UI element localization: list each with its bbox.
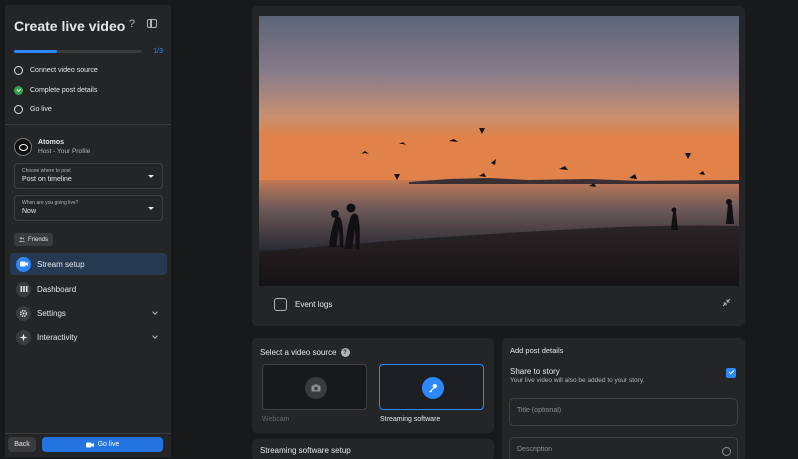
sidebar-header: Create live video ? [14, 18, 163, 40]
sparkle-icon [16, 329, 31, 345]
event-logs-label: Event logs [295, 300, 333, 309]
nav-settings[interactable]: Settings [10, 302, 167, 324]
step-pending-icon [14, 104, 23, 114]
event-logs-icon [274, 298, 287, 311]
streaming-software-setup-title: Streaming software setup [260, 446, 351, 455]
step-connect-video-source: Connect video source [14, 63, 98, 77]
sunset-preview-image [259, 16, 739, 286]
friends-icon [19, 237, 25, 242]
streaming-software-label: Streaming software [380, 416, 441, 423]
select-label: Choose where to post [22, 168, 71, 174]
emoji-icon[interactable] [722, 447, 731, 456]
host-profile: Atomos Host - Your Profile [14, 135, 90, 159]
audience-label: Friends [28, 236, 49, 243]
nav-label: Stream setup [37, 259, 85, 269]
video-preview [259, 16, 739, 286]
share-story-checkbox[interactable] [726, 368, 736, 378]
select-value: Now [22, 208, 37, 215]
divider [5, 433, 171, 434]
step-label: Go live [30, 105, 52, 113]
step-complete-post-details: Complete post details [14, 83, 97, 97]
nav-interactivity[interactable]: Interactivity [10, 326, 167, 348]
gear-icon [16, 305, 31, 321]
step-label: Complete post details [30, 86, 98, 94]
progress-fill [14, 50, 57, 53]
webcam-label: Webcam [262, 416, 290, 423]
event-logs-button[interactable]: Event logs [274, 298, 332, 311]
progress-bar [14, 50, 142, 53]
step-label: Connect video source [30, 66, 98, 74]
info-icon[interactable]: ? [340, 348, 350, 357]
description-input[interactable] [517, 446, 717, 453]
profile-name: Atomos [38, 139, 65, 146]
schedule-select[interactable]: When are you going live? Now [14, 195, 163, 221]
key-icon [422, 377, 444, 399]
description-field[interactable] [509, 437, 738, 459]
divider [5, 124, 171, 125]
page-title: Create live video [14, 18, 126, 34]
sidebar: Create live video ? 1/3 Connect video so… [5, 5, 171, 457]
step-done-icon [14, 85, 23, 95]
collapse-panel-icon[interactable] [147, 19, 157, 28]
go-live-button[interactable]: Go live [42, 437, 163, 452]
chevron-down-icon [152, 333, 158, 339]
step-pending-icon [14, 65, 23, 75]
progress-text: 1/3 [153, 48, 163, 55]
collapse-arrows-icon[interactable] [722, 298, 731, 309]
dashboard-icon [16, 281, 31, 297]
go-live-label: Go live [97, 441, 120, 448]
live-producer-page: Create live video ? 1/3 Connect video so… [0, 0, 798, 459]
help-icon[interactable]: ? [129, 18, 135, 30]
nav-label: Settings [37, 308, 66, 318]
chevron-down-icon [152, 309, 158, 315]
title-field[interactable] [509, 398, 738, 426]
share-story-title: Share to story [510, 367, 560, 376]
nav-label: Interactivity [37, 332, 78, 342]
camera-icon [85, 442, 94, 447]
video-source-heading: Select a video source ? [260, 348, 350, 357]
select-label: When are you going live? [22, 200, 79, 206]
caret-down-icon [148, 175, 154, 178]
audience-button[interactable]: Friends [14, 233, 54, 246]
caret-down-icon [148, 207, 154, 210]
step-go-live: Go live [14, 102, 52, 116]
camera-icon [305, 377, 327, 399]
nav-dashboard[interactable]: Dashboard [10, 278, 167, 300]
post-details-title: Add post details [510, 346, 564, 355]
camera-icon [16, 256, 31, 272]
video-source-title: Select a video source [260, 348, 337, 357]
avatar [14, 138, 32, 156]
select-value: Post on timeline [22, 176, 72, 183]
nav-stream-setup[interactable]: Stream setup [10, 253, 167, 275]
share-story-description: Your live video will also be added to yo… [510, 377, 645, 384]
post-location-select[interactable]: Choose where to post Post on timeline [14, 163, 163, 189]
back-button[interactable]: Back [8, 437, 36, 452]
profile-role: Host - Your Profile [38, 148, 91, 155]
webcam-option[interactable] [262, 364, 367, 410]
streaming-software-option[interactable] [379, 364, 484, 410]
title-input[interactable] [517, 407, 717, 414]
nav-label: Dashboard [37, 284, 77, 294]
